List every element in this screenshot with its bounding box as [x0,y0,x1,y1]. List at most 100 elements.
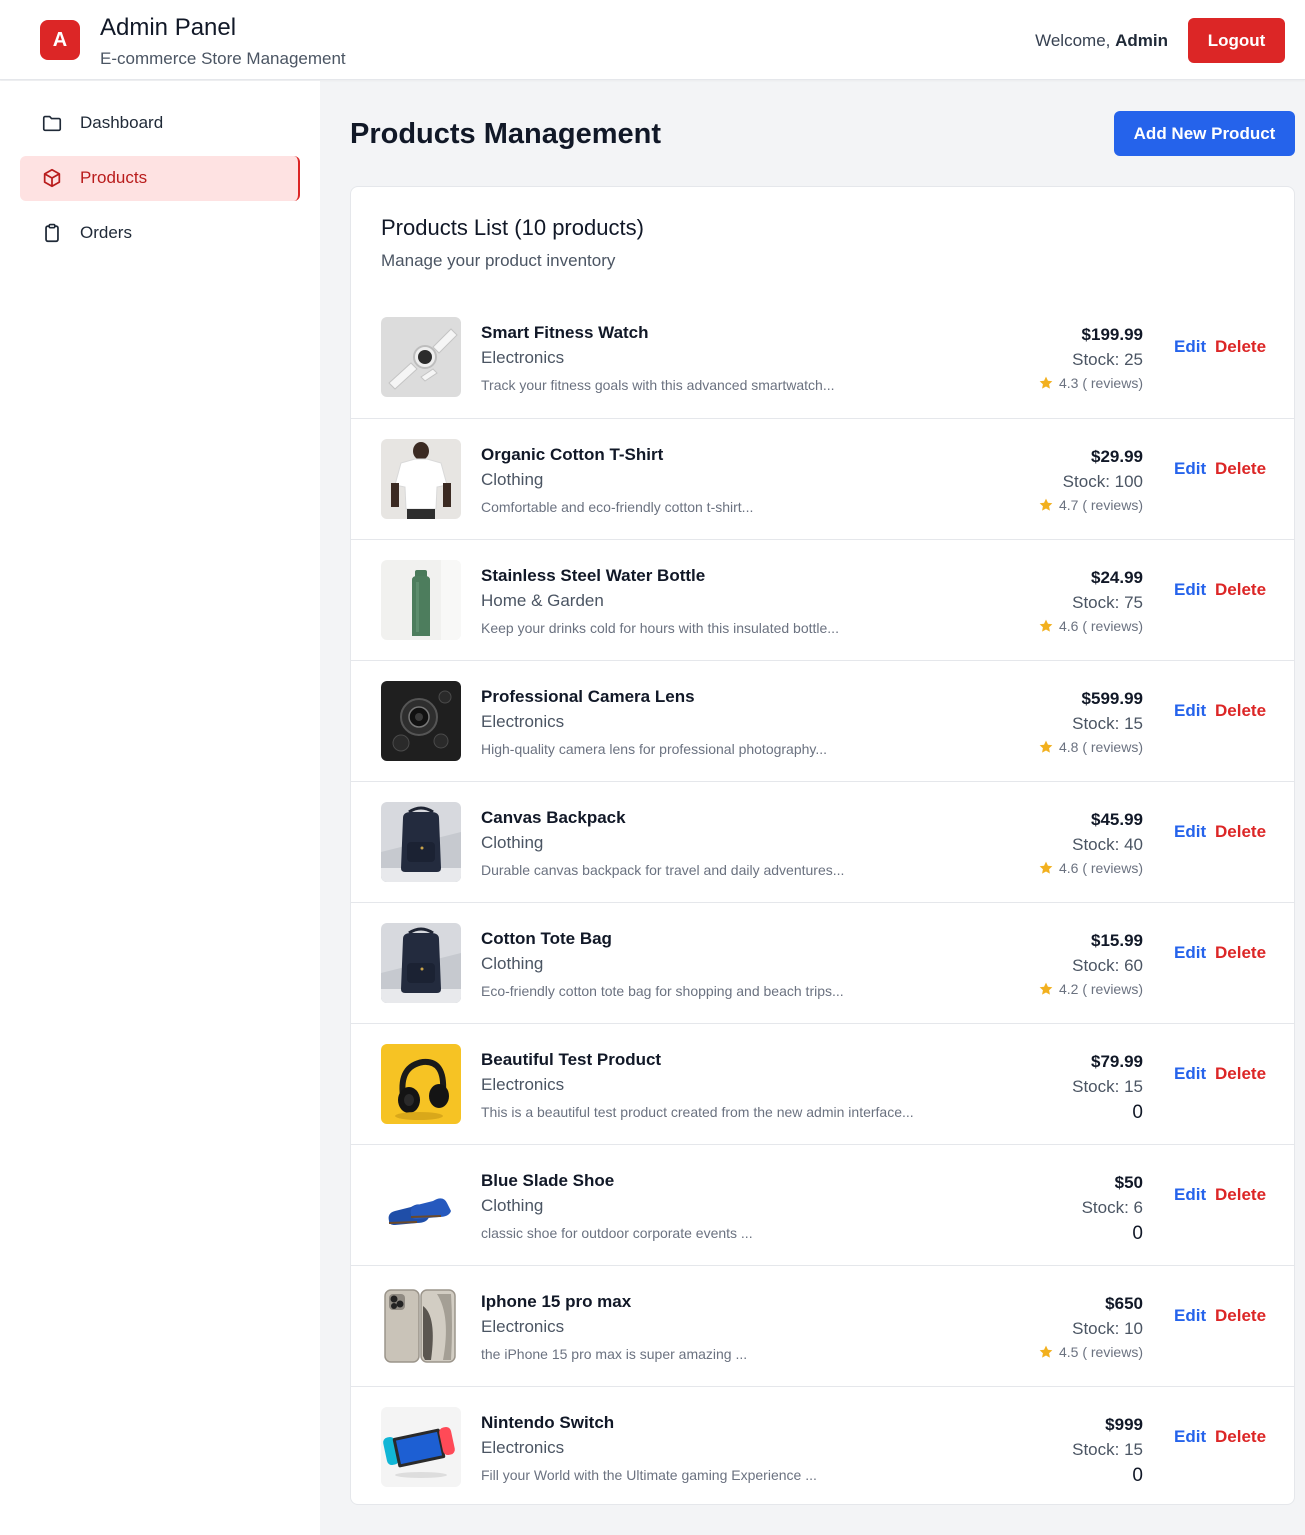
product-rating: 4.2 ( reviews) [1038,981,1143,1001]
products-list-card: Products List (10 products) Manage your … [350,186,1295,1505]
product-stock: Stock: 25 [1072,350,1143,369]
product-name: Professional Camera Lens [481,687,695,706]
delete-product-link[interactable]: Delete [1215,337,1266,357]
product-price: $50 [1114,1173,1143,1192]
product-rating: 4.8 ( reviews) [1038,739,1143,759]
product-name: Blue Slade Shoe [481,1171,615,1190]
rating-text: 4.7 ( reviews) [1058,497,1143,513]
edit-product-link[interactable]: Edit [1174,580,1206,600]
product-name: Stainless Steel Water Bottle [481,566,706,585]
star-icon [1039,619,1053,632]
product-price: $29.99 [1091,447,1143,466]
star-icon [1039,740,1053,753]
delete-product-link[interactable]: Delete [1215,1185,1266,1205]
product-price: $999 [1105,1415,1143,1434]
edit-product-link[interactable]: Edit [1174,822,1206,842]
product-rating: 4.6 ( reviews) [1038,618,1143,638]
product-row: Stainless Steel Water Bottle Home & Gard… [351,539,1294,660]
product-category: Electronics [481,712,565,731]
edit-product-link[interactable]: Edit [1174,1064,1206,1084]
product-image-shoe [381,1165,461,1245]
sidebar-item-label: Orders [80,223,132,242]
rating-text: 4.6 ( reviews) [1058,860,1143,876]
rating-text: 4.6 ( reviews) [1058,618,1143,634]
product-description: Track your fitness goals with this advan… [481,377,835,393]
sidebar-item-label: Dashboard [80,113,164,132]
edit-product-link[interactable]: Edit [1174,1427,1206,1447]
product-row: Blue Slade Shoe Clothing classic shoe fo… [351,1144,1294,1265]
product-category: Clothing [481,954,544,973]
product-image-switch [381,1407,461,1487]
product-category: Clothing [481,1196,544,1215]
product-meta: $199.99 Stock: 25 4.3 ( reviews) [1038,325,1143,395]
top-header: A Admin Panel E-commerce Store Managemen… [0,0,1305,80]
product-image-watch [381,317,461,397]
delete-product-link[interactable]: Delete [1215,580,1266,600]
product-description: Fill your World with the Ultimate gaming… [481,1467,817,1483]
product-rating: 4.6 ( reviews) [1038,860,1143,880]
edit-product-link[interactable]: Edit [1174,1306,1206,1326]
rating-text: 4.2 ( reviews) [1058,981,1143,997]
product-rating: 4.3 ( reviews) [1038,375,1143,395]
product-meta: $24.99 Stock: 75 4.6 ( reviews) [1038,568,1143,638]
product-stock: Stock: 6 [1081,1198,1143,1217]
list-title: Products List (10 products) [381,215,644,240]
product-image-backpack [381,923,461,1003]
product-row: Beautiful Test Product Electronics This … [351,1023,1294,1144]
edit-product-link[interactable]: Edit [1174,337,1206,357]
product-meta: $79.99 Stock: 15 0 [1072,1052,1143,1124]
product-category: Electronics [481,1075,565,1094]
product-rating-count: 0 [1132,1465,1143,1486]
product-price: $15.99 [1091,931,1143,950]
star-icon [1039,498,1053,511]
product-meta: $50 Stock: 6 0 [1082,1173,1143,1245]
welcome-user: Admin [1115,31,1168,50]
product-image-phone [381,1286,461,1366]
add-new-product-button[interactable]: Add New Product [1114,111,1295,156]
sidebar-item-orders[interactable]: Orders [20,211,300,256]
product-stock: Stock: 40 [1072,835,1143,854]
star-icon [1039,861,1053,874]
product-meta: $599.99 Stock: 15 4.8 ( reviews) [1038,689,1143,759]
star-icon [1039,376,1053,389]
delete-product-link[interactable]: Delete [1215,943,1266,963]
product-meta: $650 Stock: 10 4.5 ( reviews) [1038,1294,1143,1364]
product-name: Nintendo Switch [481,1413,615,1432]
product-description: the iPhone 15 pro max is super amazing .… [481,1346,748,1362]
product-row: Professional Camera Lens Electronics Hig… [351,660,1294,781]
logout-button[interactable]: Logout [1188,18,1285,63]
product-stock: Stock: 15 [1072,714,1143,733]
sidebar-item-products[interactable]: Products [20,156,300,201]
edit-product-link[interactable]: Edit [1174,701,1206,721]
delete-product-link[interactable]: Delete [1215,701,1266,721]
product-image-tshirt [381,439,461,519]
product-name: Iphone 15 pro max [481,1292,632,1311]
product-description: Keep your drinks cold for hours with thi… [481,620,839,636]
product-name: Cotton Tote Bag [481,929,612,948]
delete-product-link[interactable]: Delete [1215,1064,1266,1084]
product-category: Home & Garden [481,591,604,610]
rating-text: 4.3 ( reviews) [1058,375,1143,391]
product-rating-count: 0 [1132,1223,1143,1244]
app-logo: A [40,20,80,60]
delete-product-link[interactable]: Delete [1215,822,1266,842]
product-description: classic shoe for outdoor corporate event… [481,1225,753,1241]
product-category: Clothing [481,470,544,489]
edit-product-link[interactable]: Edit [1174,1185,1206,1205]
product-meta: $999 Stock: 15 0 [1072,1415,1143,1487]
edit-product-link[interactable]: Edit [1174,459,1206,479]
delete-product-link[interactable]: Delete [1215,459,1266,479]
product-meta: $15.99 Stock: 60 4.2 ( reviews) [1038,931,1143,1001]
product-description: Eco-friendly cotton tote bag for shoppin… [481,983,844,999]
edit-product-link[interactable]: Edit [1174,943,1206,963]
product-price: $199.99 [1081,325,1143,344]
product-name: Beautiful Test Product [481,1050,662,1069]
delete-product-link[interactable]: Delete [1215,1427,1266,1447]
sidebar-item-dashboard[interactable]: Dashboard [20,101,300,146]
product-stock: Stock: 15 [1072,1440,1143,1459]
delete-product-link[interactable]: Delete [1215,1306,1266,1326]
product-meta: $45.99 Stock: 40 4.6 ( reviews) [1038,810,1143,880]
product-row: Cotton Tote Bag Clothing Eco-friendly co… [351,902,1294,1023]
product-price: $599.99 [1081,689,1143,708]
product-stock: Stock: 10 [1072,1319,1143,1338]
